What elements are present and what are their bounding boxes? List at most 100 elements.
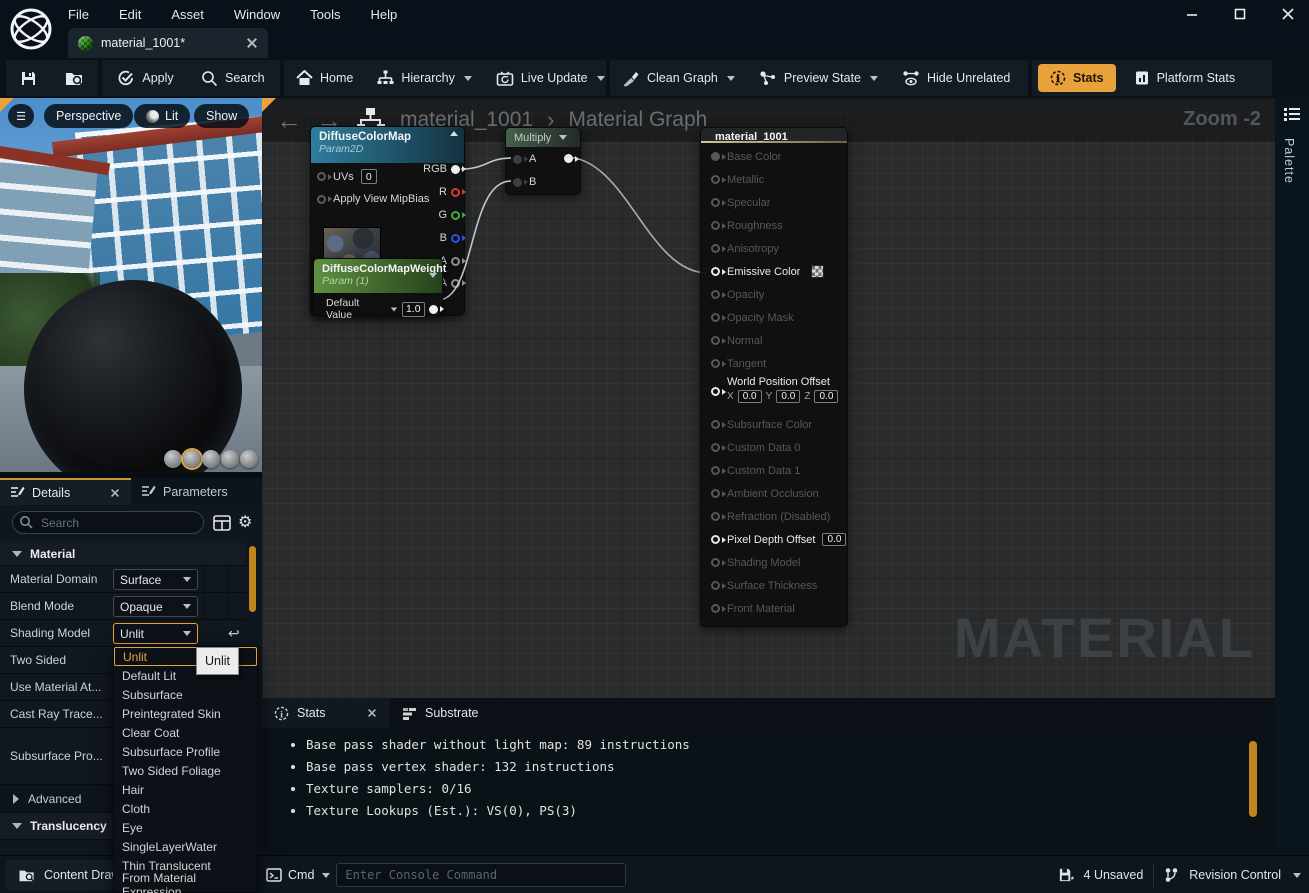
maximize-button[interactable] [1229, 3, 1251, 25]
material-domain-select[interactable]: Surface [113, 569, 198, 590]
node-material-result[interactable]: material_1001 Base Color Metallic Specul… [700, 127, 848, 627]
result-pin-ambient-occlusion[interactable]: Ambient Occlusion [701, 482, 847, 505]
result-pin-opacity[interactable]: Opacity [701, 283, 847, 306]
details-search-input[interactable] [12, 511, 204, 534]
minimize-button[interactable] [1181, 3, 1203, 25]
result-pin-refraction[interactable]: Refraction (Disabled) [701, 505, 847, 528]
chevron-down-icon[interactable] [322, 873, 330, 878]
console-command-input[interactable] [336, 863, 626, 887]
result-pin-world-position-offset[interactable]: World Position Offset X0.0 Y0.0 Z0.0 [701, 375, 847, 413]
tab-parameters[interactable]: Parameters [131, 478, 262, 505]
option-cloth[interactable]: Cloth [114, 799, 257, 818]
option-preintegrated-skin[interactable]: Preintegrated Skin [114, 704, 257, 723]
result-pin-tangent[interactable]: Tangent [701, 352, 847, 375]
hierarchy-button[interactable]: Hierarchy [365, 60, 484, 96]
y-value-box[interactable]: 0.0 [776, 390, 800, 403]
platform-stats-button[interactable]: Platform Stats [1122, 60, 1248, 96]
tab-substrate[interactable]: Substrate [390, 698, 491, 728]
shape-cylinder-button[interactable] [164, 450, 182, 468]
option-from-material-expression[interactable]: From Material Expression [114, 875, 257, 893]
unsaved-count-button[interactable]: 4 Unsaved [1084, 868, 1144, 882]
menu-file[interactable]: File [68, 7, 89, 22]
x-value-box[interactable]: 0.0 [738, 390, 762, 403]
option-two-sided-foliage[interactable]: Two Sided Foliage [114, 761, 257, 780]
material-graph-canvas[interactable]: ← → material_1001 › Material Graph Zoom … [262, 98, 1275, 698]
shape-plane-button[interactable] [202, 450, 220, 468]
chevron-down-icon[interactable] [1293, 873, 1301, 878]
menu-edit[interactable]: Edit [119, 7, 141, 22]
shape-custom-mesh-button[interactable] [240, 450, 258, 468]
option-hair[interactable]: Hair [114, 780, 257, 799]
result-pin-front-material[interactable]: Front Material [701, 597, 847, 620]
save-button[interactable] [14, 60, 43, 96]
z-value-box[interactable]: 0.0 [814, 390, 838, 403]
close-button[interactable] [1277, 3, 1299, 25]
details-tab-close-icon[interactable] [110, 488, 120, 498]
option-subsurface[interactable]: Subsurface [114, 685, 257, 704]
preview-state-button[interactable]: Preview State [747, 60, 890, 96]
tab-stats[interactable]: i Stats [262, 698, 390, 728]
live-update-button[interactable]: Live Update [484, 60, 617, 96]
stats-toggle-button[interactable]: i Stats [1038, 64, 1116, 92]
result-pin-metallic[interactable]: Metallic [701, 168, 847, 191]
result-pin-roughness[interactable]: Roughness [701, 214, 847, 237]
option-clear-coat[interactable]: Clear Coat [114, 723, 257, 742]
tab-close-icon[interactable] [246, 37, 258, 49]
result-pin-subsurface-color[interactable]: Subsurface Color [701, 413, 847, 436]
result-pin-pixel-depth-offset[interactable]: Pixel Depth Offset0.0 [701, 528, 847, 551]
result-pin-custom-data-0[interactable]: Custom Data 0 [701, 436, 847, 459]
result-pin-normal[interactable]: Normal [701, 329, 847, 352]
search-button[interactable]: Search [189, 60, 277, 96]
result-pin-anisotropy[interactable]: Anisotropy [701, 237, 847, 260]
result-pin-emissive-color[interactable]: Emissive Color [701, 260, 847, 283]
palette-sidebar-tab[interactable]: Palette [1275, 98, 1309, 855]
menu-tools[interactable]: Tools [310, 7, 340, 22]
result-pin-custom-data-1[interactable]: Custom Data 1 [701, 459, 847, 482]
menu-window[interactable]: Window [234, 7, 280, 22]
revision-control-button[interactable]: Revision Control [1189, 868, 1281, 882]
clean-graph-button[interactable]: Clean Graph [610, 60, 747, 96]
cmd-label[interactable]: Cmd [288, 868, 314, 882]
option-single-layer-water[interactable]: SingleLayerWater [114, 837, 257, 856]
pdo-value-box[interactable]: 0.0 [822, 533, 846, 546]
details-scrollbar[interactable] [249, 546, 256, 612]
result-pin-surface-thickness[interactable]: Surface Thickness [701, 574, 847, 597]
stats-scrollbar[interactable] [1249, 741, 1257, 817]
stats-tab-close-icon[interactable] [367, 708, 377, 718]
shape-sphere-button[interactable] [183, 450, 201, 468]
preview-state-label: Preview State [784, 71, 861, 85]
tab-material-1001[interactable]: material_1001* [68, 28, 268, 58]
pin-label: Specular [727, 197, 770, 209]
home-button[interactable]: Home [284, 60, 365, 96]
display-grid-icon[interactable] [213, 514, 231, 532]
option-eye[interactable]: Eye [114, 818, 257, 837]
shape-cube-button[interactable] [221, 450, 239, 468]
browse-to-asset-button[interactable] [59, 60, 90, 96]
details-icon [10, 485, 25, 500]
result-pin-opacity-mask[interactable]: Opacity Mask [701, 306, 847, 329]
result-pin-base-color[interactable]: Base Color [701, 145, 847, 168]
default-value-box[interactable]: 1.0 [402, 302, 426, 317]
menu-asset[interactable]: Asset [171, 7, 204, 22]
collapse-down-icon[interactable] [429, 273, 437, 278]
material-section-header[interactable]: Material [0, 543, 246, 566]
preview-viewport[interactable]: ☰ Perspective Lit Show Z Y X [0, 98, 262, 472]
lit-mode-button[interactable]: Lit [134, 104, 190, 128]
z-axis-label: Z [804, 391, 810, 402]
shading-model-select[interactable]: Unlit [113, 623, 198, 644]
node-diffuse-color-map-weight[interactable]: DiffuseColorMapWeight Param (1) Default … [313, 258, 443, 316]
tab-details[interactable]: Details [0, 478, 131, 505]
menu-help[interactable]: Help [370, 7, 397, 22]
hide-unrelated-button[interactable]: Hide Unrelated [890, 60, 1022, 96]
details-settings-gear-icon[interactable]: ⚙ [238, 512, 252, 532]
reset-to-default-icon[interactable]: ↩ [228, 625, 240, 642]
output-pin-value[interactable] [429, 305, 438, 314]
result-pin-specular[interactable]: Specular [701, 191, 847, 214]
perspective-button[interactable]: Perspective [44, 104, 133, 128]
result-pin-shading-model[interactable]: Shading Model [701, 551, 847, 574]
blend-mode-select[interactable]: Opaque [113, 596, 198, 617]
show-button[interactable]: Show [194, 104, 249, 128]
apply-button[interactable]: Apply [105, 60, 185, 96]
parameters-icon [141, 484, 156, 499]
option-subsurface-profile[interactable]: Subsurface Profile [114, 742, 257, 761]
